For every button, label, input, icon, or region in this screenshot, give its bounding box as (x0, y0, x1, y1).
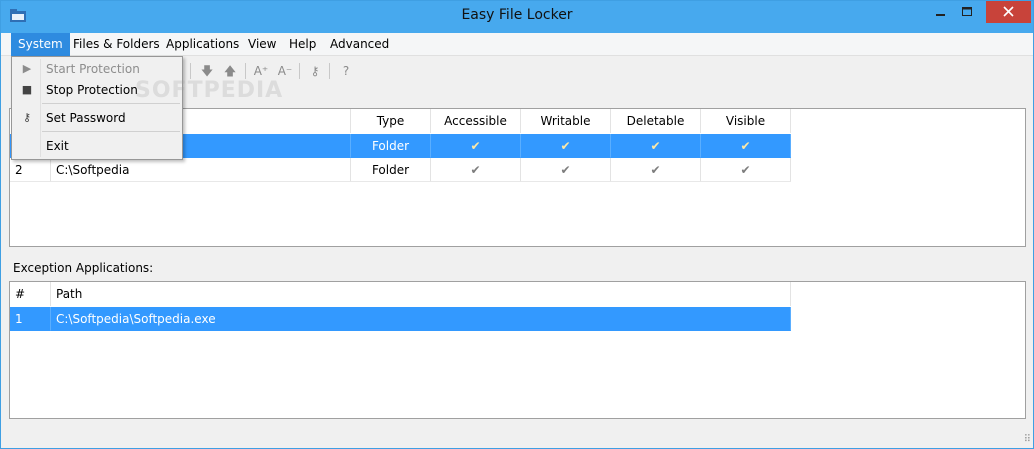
title-bar[interactable]: Easy File Locker (1, 1, 1033, 33)
row-number: 2 (10, 158, 51, 182)
menu-exit[interactable]: Exit (12, 135, 182, 157)
stop-icon: ■ (21, 83, 33, 96)
visible-checkbox[interactable]: ✔ (701, 158, 791, 182)
play-icon: ▶ (22, 62, 32, 75)
minimize-button[interactable] (927, 1, 954, 23)
menu-item-label: Stop Protection (46, 83, 138, 97)
menu-bar: System Files & Folders Applications View… (1, 33, 1033, 56)
accessible-checkbox[interactable]: ✔ (431, 158, 521, 182)
check-icon: ✔ (560, 163, 571, 177)
check-icon: ✔ (740, 163, 751, 177)
check-icon: ✔ (470, 139, 481, 153)
check-icon: ✔ (470, 163, 481, 177)
menu-files-folders[interactable]: Files & Folders (66, 33, 167, 56)
toolbar-separator (299, 63, 300, 79)
row-type: Folder (351, 134, 431, 158)
menu-applications[interactable]: Applications (159, 33, 246, 56)
menu-help[interactable]: Help (282, 33, 323, 56)
font-decrease-icon[interactable]: A⁻ (277, 63, 293, 79)
check-icon: ✔ (650, 139, 661, 153)
col-visible[interactable]: Visible (701, 109, 791, 133)
row-path: C:\Softpedia\Softpedia.exe (51, 307, 791, 331)
help-icon[interactable]: ? (338, 63, 354, 79)
menu-item-label: Exit (46, 139, 69, 153)
accessible-checkbox[interactable]: ✔ (431, 134, 521, 158)
exception-applications-table[interactable]: # Path 1 C:\Softpedia\Softpedia.exe (9, 281, 1026, 419)
font-increase-icon[interactable]: A⁺ (253, 63, 269, 79)
col-type[interactable]: Type (351, 109, 431, 133)
visible-checkbox[interactable]: ✔ (701, 134, 791, 158)
close-button[interactable] (986, 1, 1031, 23)
writable-checkbox[interactable]: ✔ (521, 158, 611, 182)
key-icon[interactable]: ⚷ (307, 63, 323, 79)
menu-system[interactable]: System (11, 33, 70, 56)
maximize-icon (962, 7, 972, 16)
maximize-button[interactable] (954, 1, 981, 23)
app-window: Easy File Locker System Files & Folders … (0, 0, 1034, 449)
deletable-checkbox[interactable]: ✔ (611, 134, 701, 158)
row-path: C:\Softpedia (51, 158, 351, 182)
row-type: Folder (351, 158, 431, 182)
key-icon: ⚷ (22, 111, 32, 124)
menu-separator (42, 131, 180, 132)
deletable-checkbox[interactable]: ✔ (611, 158, 701, 182)
col-deletable[interactable]: Deletable (611, 109, 701, 133)
menu-separator (42, 103, 180, 104)
col-accessible[interactable]: Accessible (431, 109, 521, 133)
minimize-icon (936, 14, 945, 16)
menu-view[interactable]: View (241, 33, 283, 56)
col-writable[interactable]: Writable (521, 109, 611, 133)
move-up-icon[interactable]: 🡅 (222, 63, 238, 79)
close-icon (1003, 6, 1014, 17)
writable-checkbox[interactable]: ✔ (521, 134, 611, 158)
window-title: Easy File Locker (461, 7, 573, 23)
col-number[interactable]: # (10, 282, 51, 306)
resize-grip-icon[interactable]: ⠿ (1024, 434, 1031, 445)
move-down-icon[interactable]: 🡇 (199, 63, 215, 79)
status-bar: ⠿ (1, 421, 1033, 448)
toolbar-separator (190, 63, 191, 79)
menu-advanced[interactable]: Advanced (323, 33, 396, 56)
check-icon: ✔ (560, 139, 571, 153)
check-icon: ✔ (650, 163, 661, 177)
toolbar-separator (245, 63, 246, 79)
menu-item-label: Start Protection (46, 62, 140, 76)
col-path[interactable]: Path (51, 282, 791, 306)
system-menu-dropdown: ▶ Start Protection ■ Stop Protection ⚷ S… (11, 56, 183, 160)
check-icon: ✔ (740, 139, 751, 153)
row-number: 1 (10, 307, 51, 331)
menu-item-label: Set Password (46, 111, 126, 125)
watermark: SOFTPEDIA (135, 78, 284, 103)
toolbar-separator (329, 63, 330, 79)
menu-set-password[interactable]: ⚷ Set Password (12, 107, 182, 129)
menu-start-protection[interactable]: ▶ Start Protection (12, 58, 182, 80)
exception-applications-label: Exception Applications: (13, 261, 154, 275)
